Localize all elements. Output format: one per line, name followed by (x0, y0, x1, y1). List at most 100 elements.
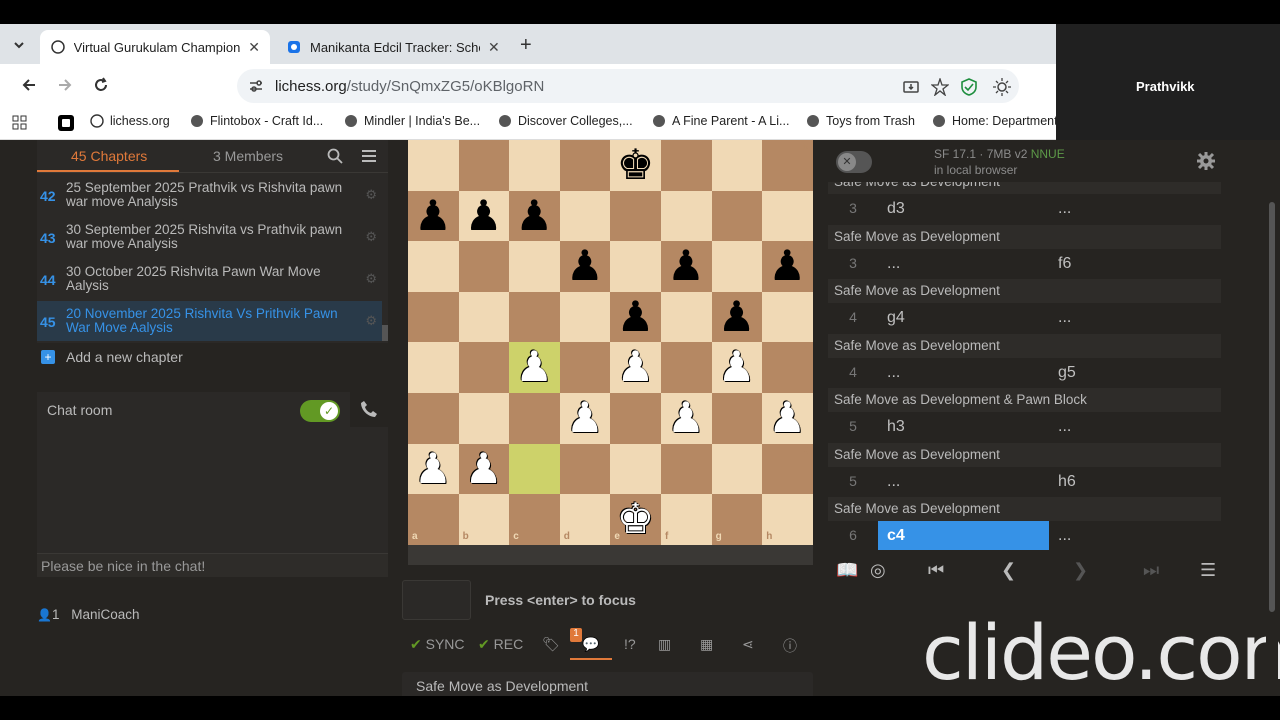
square-a8[interactable] (408, 140, 459, 191)
move-comment[interactable]: Safe Move as Development & Pawn Block (828, 388, 1221, 412)
site-info-icon[interactable] (249, 79, 263, 93)
black-pawn-g5[interactable]: ♟ (712, 292, 762, 342)
black-move[interactable]: f6 (1049, 249, 1221, 279)
white-pawn-f3[interactable]: ♟ (661, 393, 711, 443)
bookmark-lichess[interactable]: lichess.org (90, 114, 170, 128)
square-f5[interactable] (661, 291, 712, 343)
bookmark-item[interactable]: Toys from Trash (806, 114, 915, 128)
scrollbar-thumb[interactable] (1269, 202, 1275, 612)
white-pawn-h3[interactable]: ♟ (762, 393, 812, 443)
white-move[interactable]: ... (878, 467, 1049, 497)
square-d8[interactable] (559, 140, 611, 191)
move-comment[interactable]: Safe Move as Development (828, 442, 1221, 467)
black-move[interactable]: ... (1049, 412, 1221, 442)
white-move[interactable]: ... (878, 358, 1049, 388)
square-c5[interactable] (509, 291, 560, 343)
square-b3[interactable] (458, 393, 510, 444)
search-icon[interactable] (327, 148, 343, 164)
square-a5[interactable] (408, 291, 459, 343)
install-app-icon[interactable] (903, 79, 919, 95)
chapter-item[interactable]: 42 25 September 2025 Prathvik vs Rishvit… (37, 175, 382, 215)
black-pawn-f6[interactable]: ♟ (661, 241, 711, 291)
chess-board[interactable]: a b c d e f g h 8 7 6 5 4 3 2 1 ♚ ♟ ♟ ♟ ♟ ♟ ♟ ♟ ♟ ♟ ♟ ♟ ♟ ♟ ♟ ♟ ♟ ♚ (408, 140, 813, 545)
black-pawn-h6[interactable]: ♟ (762, 241, 812, 291)
square-c2[interactable] (509, 443, 560, 495)
gear-icon[interactable]: ⚙ (365, 313, 377, 329)
black-pawn-b7[interactable]: ♟ (459, 191, 509, 241)
square-f4[interactable] (661, 342, 712, 393)
square-a3[interactable] (408, 393, 459, 444)
bookmark-square-icon[interactable] (58, 115, 74, 131)
white-move[interactable]: h3 (878, 412, 1049, 442)
black-move[interactable]: g5 (1049, 358, 1221, 388)
close-icon[interactable]: ✕ (488, 39, 500, 56)
add-chapter-button[interactable]: + Add a new chapter (37, 346, 183, 368)
square-d2[interactable] (559, 443, 611, 495)
voice-chat-button[interactable] (350, 392, 388, 427)
square-f7[interactable] (661, 190, 712, 242)
next-move-icon[interactable]: ❯ (1073, 560, 1088, 581)
last-move-icon[interactable]: ⏭ (1143, 560, 1159, 581)
square-e3[interactable] (610, 393, 661, 444)
white-pawn-g4[interactable]: ♟ (712, 342, 762, 392)
gear-icon[interactable]: ⚙ (365, 187, 377, 203)
back-button[interactable] (19, 75, 39, 95)
chat-toggle[interactable]: ✓ (300, 400, 340, 422)
square-g2[interactable] (711, 443, 763, 495)
gear-icon[interactable]: ⚙ (365, 229, 377, 245)
gear-icon[interactable]: ⚙ (365, 271, 377, 287)
target-icon[interactable]: ◎ (870, 560, 886, 581)
close-icon[interactable]: ✕ (248, 39, 260, 56)
chapter-item-selected[interactable]: 45 20 November 2025 Rishvita Vs Prithvik… (37, 301, 382, 341)
move-list[interactable]: Safe Move as Development3d3...Safe Move … (828, 182, 1221, 550)
black-pawn-c7[interactable]: ♟ (509, 191, 559, 241)
tags-icon[interactable]: 🏷 (542, 636, 560, 653)
black-move[interactable]: h6 (1049, 467, 1221, 497)
black-pawn-e5[interactable]: ♟ (610, 292, 660, 342)
book-icon[interactable]: 📖 (836, 560, 858, 581)
bookmark-star-icon[interactable] (931, 78, 949, 96)
bookmark-item[interactable]: Mindler | India's Be... (344, 114, 480, 128)
chart-icon[interactable]: ▥ (658, 636, 671, 653)
square-b5[interactable] (458, 291, 510, 343)
square-g3[interactable] (711, 393, 763, 444)
apps-grid-icon[interactable] (12, 115, 28, 131)
square-a6[interactable] (408, 241, 459, 292)
comments-icon[interactable]: 💬 (582, 636, 599, 653)
address-bar[interactable]: lichess.org/study/SnQmxZG5/oKBlgoRN (237, 69, 1019, 103)
share-icon[interactable]: ⋖ (742, 636, 754, 653)
black-move[interactable]: ... (1049, 194, 1221, 224)
chapters-scrollbar[interactable] (382, 325, 388, 341)
browser-tab-active[interactable]: Virtual Gurukulam Champions ✕ (40, 30, 270, 64)
square-e6[interactable] (610, 241, 661, 292)
square-b8[interactable] (458, 140, 510, 191)
forward-button[interactable] (55, 75, 75, 95)
info-icon[interactable]: ⓘ (783, 636, 797, 656)
black-move[interactable]: ... (1049, 303, 1221, 333)
white-move[interactable]: d3 (878, 194, 1049, 224)
black-pawn-d6[interactable]: ♟ (560, 241, 610, 291)
square-c3[interactable] (509, 393, 560, 444)
move-comment[interactable]: Safe Move as Development (828, 279, 1221, 303)
move-comment[interactable]: Safe Move as Development (828, 224, 1221, 249)
chapter-item[interactable]: 43 30 September 2025 Rishvita vs Prathvi… (37, 217, 382, 257)
reload-button[interactable] (91, 75, 111, 95)
square-g6[interactable] (711, 241, 763, 292)
square-g7[interactable] (711, 190, 763, 242)
bookmark-item[interactable]: Home: Department (932, 114, 1058, 128)
bookmark-item[interactable]: Flintobox - Craft Id... (190, 114, 323, 128)
black-move[interactable]: ... (1049, 521, 1221, 550)
tab-members[interactable]: 3 Members (213, 148, 283, 164)
white-pawn-c4[interactable]: ♟ (509, 342, 559, 392)
square-f8[interactable] (661, 140, 712, 191)
first-move-icon[interactable]: ⏮ (928, 560, 944, 581)
move-input-box[interactable] (402, 580, 471, 620)
bookmark-item[interactable]: Discover Colleges,... (498, 114, 633, 128)
square-e7[interactable] (610, 190, 661, 242)
white-pawn-e4[interactable]: ♟ (610, 342, 660, 392)
shield-icon[interactable] (961, 78, 977, 96)
tab-chapters[interactable]: 45 Chapters (71, 148, 147, 164)
browser-tab[interactable]: Manikanta Edcil Tracker: Sche ✕ (276, 30, 512, 64)
brightness-icon[interactable] (993, 78, 1011, 96)
prev-move-icon[interactable]: ❮ (1001, 560, 1016, 581)
